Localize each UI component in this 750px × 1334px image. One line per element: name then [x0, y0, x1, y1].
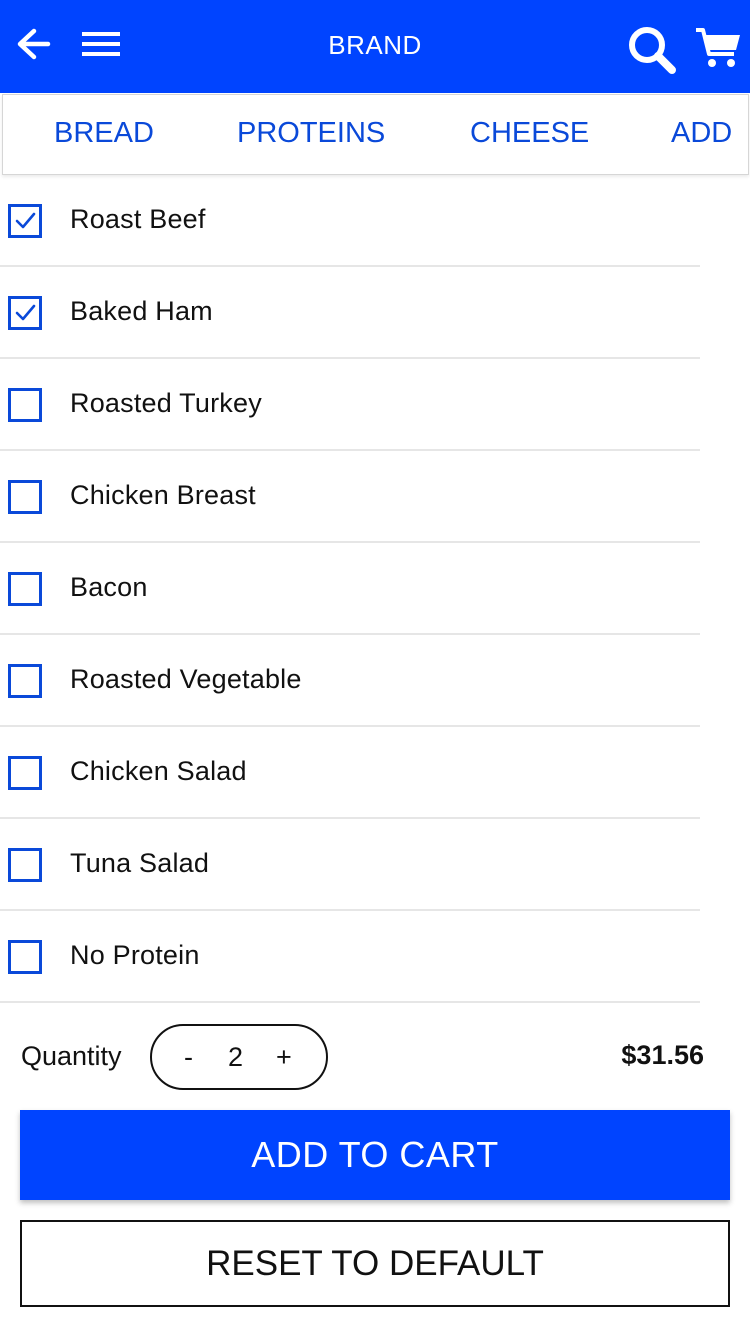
- app-screen: BRAND BREAD PROTEINS CHEESE ADD Roast Be…: [0, 0, 750, 1334]
- brand-title: BRAND: [328, 30, 422, 60]
- checkbox-checked[interactable]: [8, 204, 42, 238]
- increment-button[interactable]: +: [276, 1042, 292, 1073]
- list-item[interactable]: Roasted Turkey: [0, 359, 750, 451]
- tab-cheese[interactable]: CHEESE: [470, 117, 589, 150]
- list-item[interactable]: Bacon: [0, 543, 750, 635]
- search-icon[interactable]: [626, 24, 678, 76]
- total-price: $31.56: [621, 1040, 704, 1070]
- option-label: No Protein: [70, 940, 200, 970]
- category-tabs: BREAD PROTEINS CHEESE ADD: [2, 94, 749, 175]
- add-to-cart-button[interactable]: ADD TO CART: [20, 1110, 730, 1200]
- option-label: Baked Ham: [70, 296, 213, 326]
- list-item[interactable]: Tuna Salad: [0, 819, 750, 911]
- tab-bread[interactable]: BREAD: [54, 117, 154, 150]
- checkbox[interactable]: [8, 940, 42, 974]
- hamburger-menu-icon[interactable]: [80, 28, 122, 60]
- checkbox[interactable]: [8, 388, 42, 422]
- quantity-label: Quantity: [21, 1041, 122, 1071]
- quantity-stepper: - 2 +: [150, 1024, 328, 1090]
- cart-icon[interactable]: [694, 26, 742, 70]
- checkbox[interactable]: [8, 664, 42, 698]
- decrement-button[interactable]: -: [184, 1042, 193, 1073]
- checkbox[interactable]: [8, 572, 42, 606]
- option-label: Chicken Salad: [70, 756, 247, 786]
- top-app-bar: BRAND: [0, 0, 750, 93]
- quantity-value: 2: [228, 1042, 244, 1072]
- tab-proteins[interactable]: PROTEINS: [237, 117, 385, 150]
- list-item[interactable]: Chicken Salad: [0, 727, 750, 819]
- checkbox[interactable]: [8, 480, 42, 514]
- checkmark-icon: [15, 212, 36, 229]
- list-item[interactable]: Roasted Vegetable: [0, 635, 750, 727]
- option-label: Roasted Turkey: [70, 388, 262, 418]
- tab-add[interactable]: ADD: [671, 117, 732, 150]
- reset-to-default-button[interactable]: RESET TO DEFAULT: [20, 1220, 730, 1307]
- option-label: Chicken Breast: [70, 480, 256, 510]
- divider: [0, 1001, 700, 1003]
- list-item[interactable]: Roast Beef: [0, 175, 750, 267]
- checkbox[interactable]: [8, 848, 42, 882]
- option-label: Bacon: [70, 572, 148, 602]
- list-item[interactable]: No Protein: [0, 911, 750, 1003]
- option-label: Roast Beef: [70, 204, 206, 234]
- back-arrow-icon[interactable]: [14, 24, 54, 64]
- checkbox-checked[interactable]: [8, 296, 42, 330]
- option-label: Tuna Salad: [70, 848, 210, 878]
- option-label: Roasted Vegetable: [70, 664, 302, 694]
- list-item[interactable]: Chicken Breast: [0, 451, 750, 543]
- list-item[interactable]: Baked Ham: [0, 267, 750, 359]
- checkmark-icon: [15, 304, 36, 321]
- protein-options-list: Roast Beef Baked Ham Roasted Turkey Chic…: [0, 175, 750, 1003]
- checkbox[interactable]: [8, 756, 42, 790]
